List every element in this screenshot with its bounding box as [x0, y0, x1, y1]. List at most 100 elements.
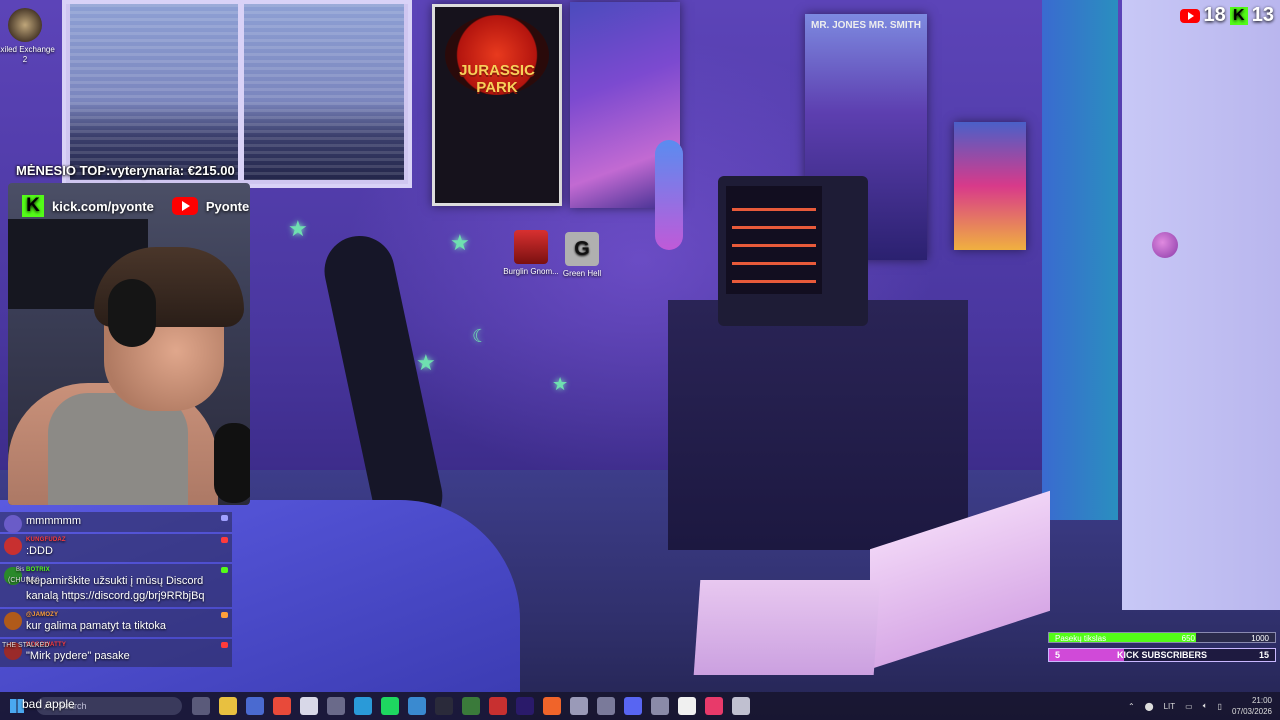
star-sticker: ★ — [450, 230, 470, 255]
kick-link: kick.com/pyonte — [52, 198, 154, 214]
kick-icon: K — [1229, 6, 1248, 25]
task-view-icon[interactable] — [192, 697, 210, 715]
steam-game-icon[interactable] — [597, 697, 615, 715]
tray-chevron-up-icon[interactable]: ⌃ — [1128, 702, 1135, 711]
chrome-icon[interactable] — [273, 697, 291, 715]
clock-date: 07/03/2026 — [1231, 707, 1272, 716]
chat-text: Nepamirškite užsukti į mūsų Discord kana… — [26, 575, 205, 602]
donation-top-ticker: MĖNESIO TOP:vyterynaria: €215.00 — [16, 163, 235, 178]
settings-icon[interactable] — [651, 697, 669, 715]
kick-count: 13 — [1251, 4, 1274, 26]
tv-platform — [732, 244, 816, 247]
tv-platform — [732, 262, 816, 265]
window-icon[interactable] — [732, 697, 750, 715]
language-indicator[interactable]: LIT — [1164, 702, 1176, 711]
subscribers-goal-title: KICK SUBSCRIBERS — [1116, 650, 1207, 660]
social-counters: 18 K 13 — [1179, 4, 1274, 27]
chat-message: @JAMOZY kur galima pamatyt ta tiktoka — [0, 609, 232, 637]
youtube-logo-icon — [171, 197, 198, 215]
star-sticker: ★ — [288, 216, 308, 241]
youtube-count: 18 — [1203, 4, 1226, 26]
desktop-icon-exiled-exchange[interactable]: Exiled Exchange 2 — [0, 8, 56, 65]
taskbar-clock[interactable]: 21:00 07/03/2026 — [1232, 695, 1272, 717]
chat-text: kur galima pamatyt ta tiktoka — [26, 620, 167, 632]
volume-icon[interactable]: 🔈︎ — [1203, 701, 1208, 711]
tv-platform — [732, 280, 816, 283]
chat-text: "Mirk pydere" pasake — [26, 650, 130, 662]
discord-icon[interactable] — [624, 697, 642, 715]
moon-sticker: ☾ — [472, 326, 489, 346]
photos-icon[interactable] — [408, 697, 426, 715]
chat-last-message: bad apple — [22, 697, 75, 711]
chat-badge-icon — [221, 642, 228, 648]
tv-screen — [726, 186, 822, 294]
edge-icon[interactable] — [354, 697, 372, 715]
chat-username: BOTRIX — [26, 567, 50, 573]
microphone — [214, 423, 250, 503]
chat-fragment: THE STALKED — [2, 642, 50, 649]
green-hell-icon — [565, 232, 599, 266]
chat-text: :DDD — [26, 545, 53, 557]
subscribers-target: 15 — [1258, 650, 1269, 660]
clock-time: 21:00 — [1251, 696, 1272, 705]
headphones — [108, 279, 156, 347]
star-sticker: ★ — [416, 350, 436, 375]
stream-goal-value: 650 — [1181, 634, 1195, 643]
capcut-icon[interactable] — [678, 697, 696, 715]
desktop-icon-green-hell[interactable]: Green Hell — [551, 232, 613, 279]
chat-avatar — [4, 537, 22, 555]
tf-icon[interactable] — [705, 697, 723, 715]
premiere-icon[interactable] — [516, 697, 534, 715]
file-explorer-icon[interactable] — [219, 697, 237, 715]
network-icon[interactable]: ▭ — [1185, 702, 1193, 711]
poster-power-rangers — [954, 122, 1026, 250]
battery-icon[interactable]: ▯ — [1218, 702, 1222, 711]
chat-fragment: Bis — [16, 567, 25, 573]
door-knob — [1152, 232, 1178, 258]
system-tray: ⌃ ⬤ LIT ▭ 🔈︎ ▯ 21:00 07/03/2026 — [1128, 692, 1272, 720]
chat-message: mmmmmm — [0, 512, 232, 533]
chat-fragment: (CHUNKI) — [8, 577, 40, 584]
obs-icon[interactable] — [435, 697, 453, 715]
snipping-tool-icon[interactable] — [300, 697, 318, 715]
mod-manager-icon[interactable] — [462, 697, 480, 715]
stream-goal-label: Pasekų tikslas — [1055, 634, 1107, 643]
wallpaper-desk — [668, 300, 968, 550]
chat-avatar — [4, 515, 22, 533]
tv-platform — [732, 226, 816, 229]
lava-lamp — [655, 140, 683, 250]
poster-jurassic-park: JURASSIC PARK — [432, 4, 562, 206]
poster-jp-title: JURASSIC PARK — [459, 62, 535, 96]
chat-username: @JAMOZY — [26, 612, 59, 618]
star-sticker: ★ — [552, 374, 569, 394]
taskbar: Search ⌃ ⬤ LIT ▭ 🔈︎ ▯ 21:00 07/03/2026 — [0, 692, 1280, 720]
poster-mib-title: MR. JONES MR. SMITH — [810, 20, 921, 31]
kick-logo-icon: K — [22, 195, 44, 217]
chat-badge-icon — [221, 515, 228, 521]
chat-avatar — [4, 612, 22, 630]
tray-app-icon[interactable]: ⬤ — [1145, 702, 1154, 711]
stream-goal-target: 1000 — [1251, 634, 1269, 643]
chat-text: mmmmmm — [26, 515, 81, 527]
chat-badge-icon — [221, 567, 228, 573]
poe-orb-icon — [8, 8, 42, 42]
wallpaper-door-frame — [1042, 0, 1118, 520]
desktop-icon-label: Green Hell — [562, 269, 602, 278]
wallpaper-door — [1122, 0, 1280, 610]
pizza-box — [693, 580, 881, 675]
game-icon[interactable] — [327, 697, 345, 715]
calculator-icon[interactable] — [246, 697, 264, 715]
brave-icon[interactable] — [543, 697, 561, 715]
spotify-icon[interactable] — [381, 697, 399, 715]
chat-username: KUNGFUDAZ — [26, 537, 66, 543]
record-icon[interactable] — [489, 697, 507, 715]
chat-badge-icon — [221, 612, 228, 618]
notepad-icon[interactable] — [570, 697, 588, 715]
chat-username: NOSOWATTY — [26, 642, 67, 648]
stream-goal-bar: Pasekų tikslas 650 1000 — [1048, 632, 1276, 643]
cam-social-links: K kick.com/pyonte Pyonte — [22, 195, 249, 217]
wallpaper-blinds — [70, 4, 404, 180]
gnome-icon — [514, 230, 548, 264]
webcam-overlay: K kick.com/pyonte Pyonte — [8, 183, 250, 505]
kick-subscribers-goal: 5 KICK SUBSCRIBERS 15 — [1048, 648, 1276, 662]
